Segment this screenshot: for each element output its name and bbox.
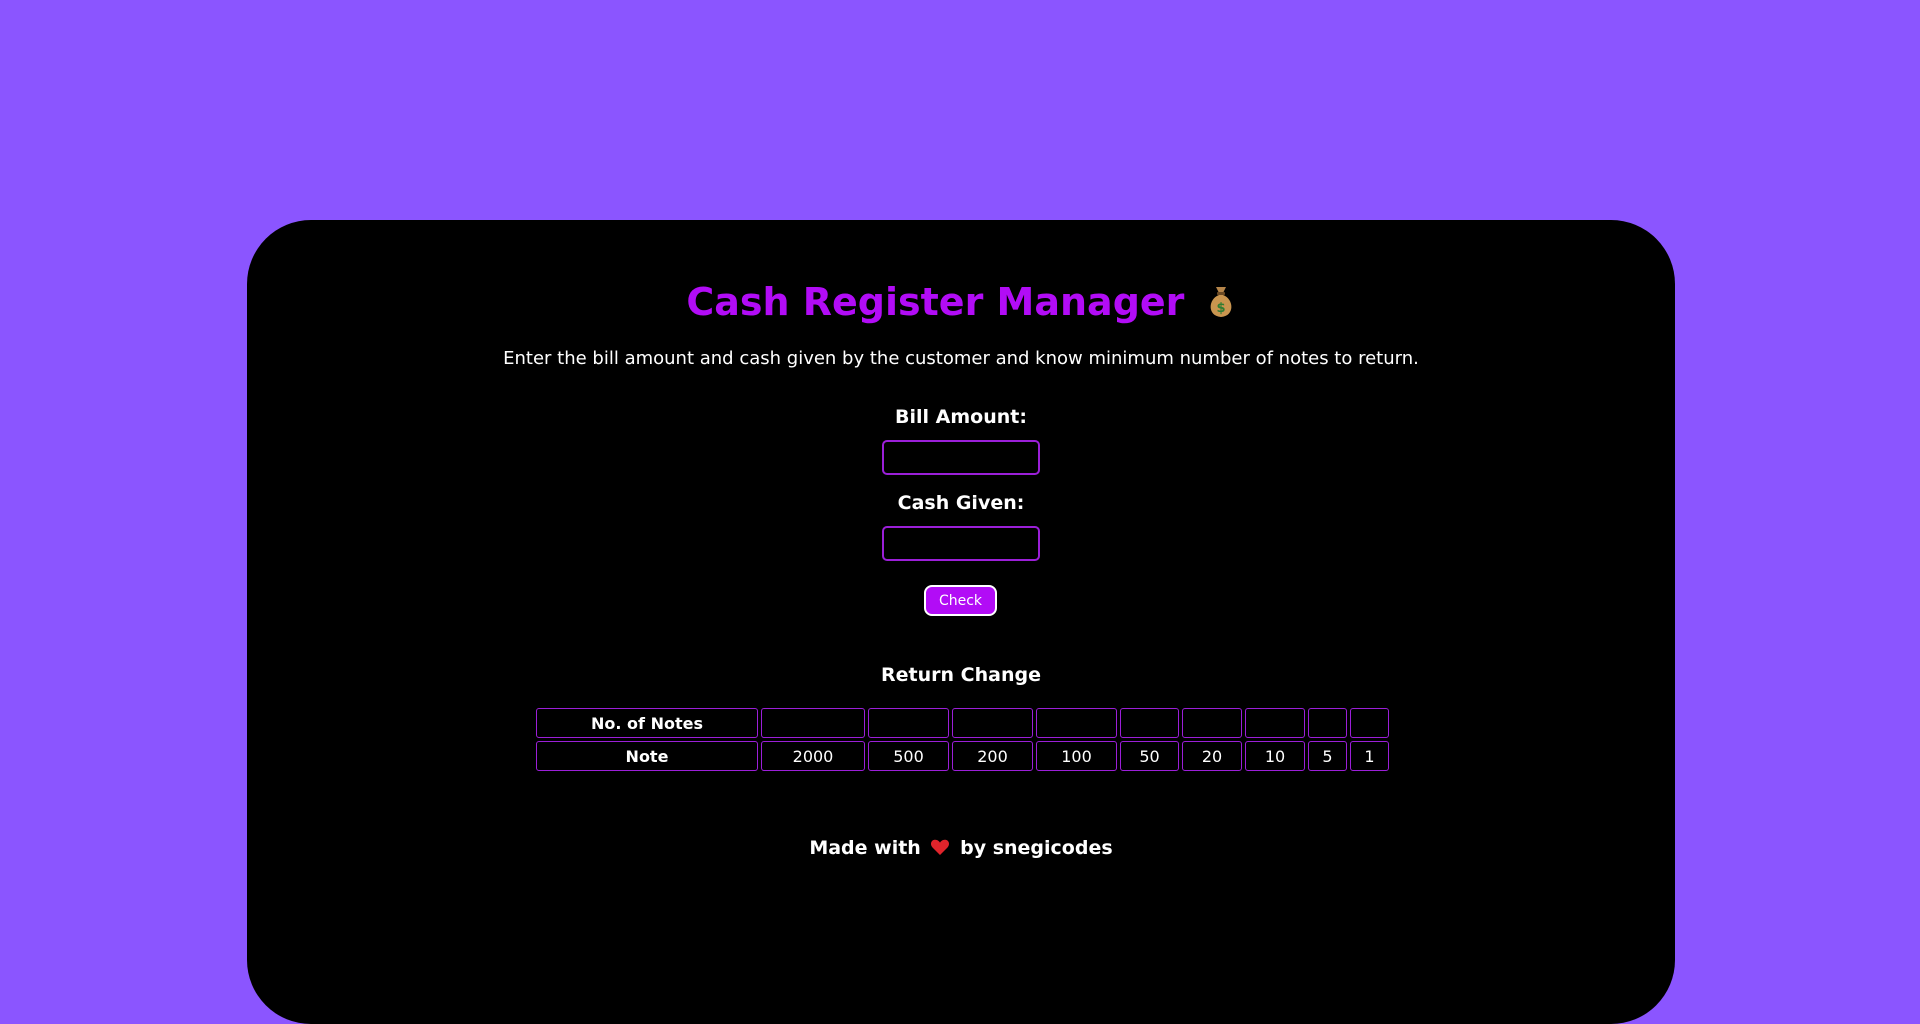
- description: Enter the bill amount and cash given by …: [503, 348, 1419, 369]
- count-cell-5: [1308, 708, 1347, 738]
- note-cell-500: 500: [868, 741, 949, 771]
- cash-given-input[interactable]: [882, 526, 1040, 561]
- note-cell-10: 10: [1245, 741, 1305, 771]
- footer-suffix: by snegicodes: [960, 837, 1113, 859]
- change-table: No. of Notes Note 2000 500 200 100 50 20…: [533, 705, 1392, 774]
- bill-amount-input[interactable]: [882, 440, 1040, 475]
- count-cell-50: [1120, 708, 1179, 738]
- count-cell-100: [1036, 708, 1117, 738]
- note-cell-20: 20: [1182, 741, 1242, 771]
- notes-count-header: No. of Notes: [536, 708, 758, 738]
- check-button[interactable]: Check: [924, 585, 997, 616]
- note-row: Note 2000 500 200 100 50 20 10 5 1: [536, 741, 1389, 771]
- note-cell-5: 5: [1308, 741, 1347, 771]
- return-change-title: Return Change: [881, 664, 1041, 686]
- count-cell-10: [1245, 708, 1305, 738]
- page-title-text: Cash Register Manager: [686, 280, 1185, 324]
- cash-given-label: Cash Given:: [897, 492, 1025, 514]
- note-cell-200: 200: [952, 741, 1033, 771]
- note-header: Note: [536, 741, 758, 771]
- note-cell-2000: 2000: [761, 741, 865, 771]
- note-cell-1: 1: [1350, 741, 1389, 771]
- footer-prefix: Made with: [809, 837, 921, 859]
- count-cell-2000: [761, 708, 865, 738]
- page-title: Cash Register Manager $: [247, 280, 1675, 324]
- notes-count-row: No. of Notes: [536, 708, 1389, 738]
- money-bag-icon: $: [1210, 287, 1232, 317]
- bill-amount-label: Bill Amount:: [895, 406, 1027, 428]
- svg-text:$: $: [1216, 301, 1225, 316]
- count-cell-20: [1182, 708, 1242, 738]
- heart-icon: [931, 839, 950, 855]
- footer: Made with by snegicodes: [247, 837, 1675, 859]
- count-cell-500: [868, 708, 949, 738]
- main-card: Cash Register Manager $ Enter the bill a…: [247, 220, 1675, 1024]
- count-cell-1: [1350, 708, 1389, 738]
- note-cell-50: 50: [1120, 741, 1179, 771]
- count-cell-200: [952, 708, 1033, 738]
- note-cell-100: 100: [1036, 741, 1117, 771]
